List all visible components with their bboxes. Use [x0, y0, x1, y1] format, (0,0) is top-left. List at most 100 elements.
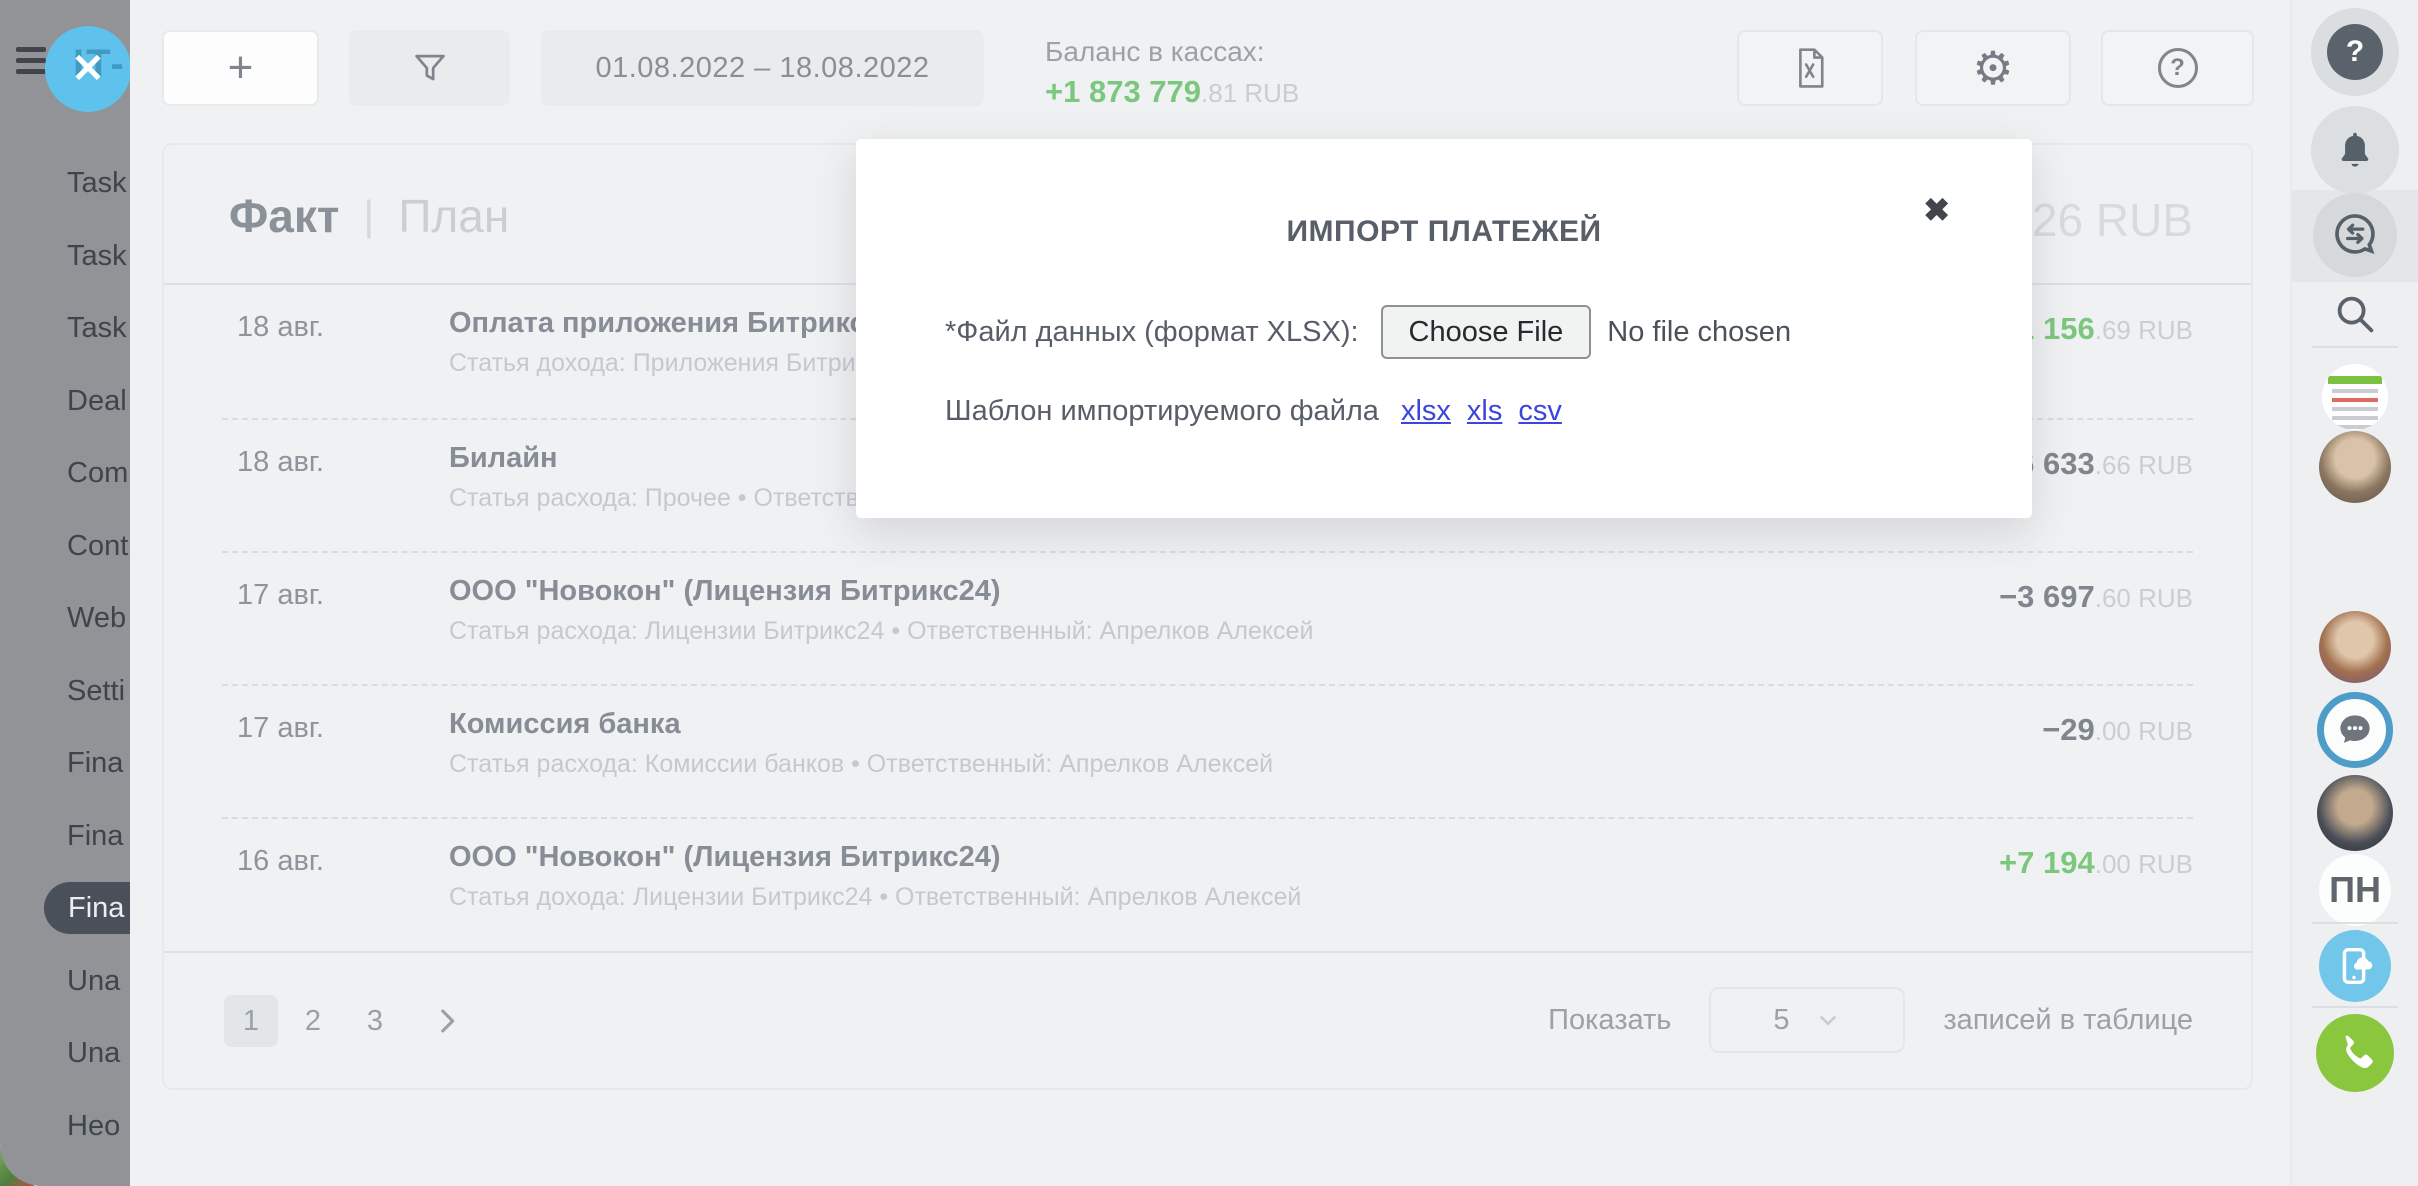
data-file-label: *Файл данных (формат XLSX): [945, 316, 1359, 349]
fact-plan-tabs: Факт | План [229, 189, 509, 243]
tab-fact[interactable]: Факт [229, 189, 339, 243]
sidebar-item-setti[interactable]: Setti [0, 667, 130, 715]
sidebar-item-нео[interactable]: Нео [0, 1102, 130, 1150]
pagination: 123 [224, 995, 464, 1047]
menu-close-button[interactable]: IT- ✕ [45, 26, 130, 112]
question-icon: ? [2158, 48, 2198, 88]
page-button-3[interactable]: 3 [348, 995, 402, 1047]
sidebar-item-task[interactable]: Task [0, 232, 130, 280]
date-range-label: 01.08.2022 – 18.08.2022 [595, 52, 929, 85]
search-icon [2331, 290, 2379, 338]
transfer-dialogs-button[interactable] [2313, 193, 2397, 277]
sidebar-search-button[interactable] [2325, 284, 2385, 344]
question-help-icon: ? [2327, 24, 2383, 80]
template-row: Шаблон импортируемого файла xlsxxlscsv [945, 389, 1578, 433]
table-row[interactable]: 17 авг.ООО "Новокон" (Лицензия Битрикс24… [222, 551, 2193, 684]
chat-bubble-icon [2333, 708, 2377, 752]
records-label: записей в таблице [1943, 1004, 2193, 1037]
page-size-value: 5 [1773, 1004, 1789, 1037]
sidebar-item-fina[interactable]: Fina [44, 882, 130, 934]
payment-subtitle: Статья дохода: Приложения Битрикс24 [449, 349, 907, 378]
call-button[interactable] [2316, 1014, 2394, 1092]
user-avatar[interactable] [2319, 431, 2391, 503]
date-range-button[interactable]: 01.08.2022 – 18.08.2022 [541, 30, 984, 106]
payment-title: Оплата приложения Битрикс24 [449, 307, 898, 340]
add-payment-button[interactable]: + [162, 30, 319, 106]
payment-amount: −3 697.60 RUB [1999, 579, 2193, 615]
plus-icon: + [228, 46, 254, 90]
close-icon: ✕ [45, 26, 130, 112]
payment-subtitle: Статья расхода: Лицензии Битрикс24 • Отв… [449, 617, 1313, 646]
payment-date: 18 авг. [237, 446, 324, 479]
table-row[interactable]: 16 авг.ООО "Новокон" (Лицензия Битрикс24… [222, 817, 2193, 950]
payment-amount: +7 194.00 RUB [1999, 845, 2193, 881]
page-size-select[interactable]: 5 [1709, 987, 1905, 1053]
app-window: IT- ✕ Task Task Task Deal Com Cont Web Setti Fin… [0, 0, 2418, 1186]
sidebar-divider [2312, 346, 2398, 348]
next-page-button[interactable] [430, 1004, 464, 1038]
chevron-down-icon [1815, 1007, 1841, 1033]
gear-icon: ⚙ [1972, 45, 2013, 91]
payment-date: 18 авг. [237, 311, 324, 344]
settings-button[interactable]: ⚙ [1915, 30, 2071, 106]
modal-title: ИМПОРТ ПЛАТЕЖЕЙ [856, 215, 2032, 249]
payment-title: Комиссия банка [449, 708, 681, 741]
phone-icon [2332, 1030, 2378, 1076]
mobile-cloud-icon [2332, 943, 2378, 989]
payment-title: ООО "Новокон" (Лицензия Битрикс24) [449, 841, 1001, 874]
sidebar-item-cont[interactable]: Cont [0, 522, 130, 570]
template-links: xlsxxlscsv [1401, 395, 1578, 428]
template-link-xls[interactable]: xls [1467, 395, 1502, 427]
sidebar-item-task[interactable]: Task [0, 159, 130, 207]
sidebar-item-una[interactable]: Una [0, 1029, 130, 1077]
page-button-1[interactable]: 1 [224, 995, 278, 1047]
user-avatar[interactable] [2317, 775, 2393, 851]
payment-subtitle: Статья расхода: Комиссии банков • Ответс… [449, 750, 1273, 779]
sidebar-item-una[interactable]: Una [0, 957, 130, 1005]
template-link-csv[interactable]: csv [1518, 395, 1562, 427]
chevron-right-icon [430, 1004, 464, 1038]
payment-date: 17 авг. [237, 712, 324, 745]
chat-transfer-icon [2329, 209, 2381, 261]
left-menu-panel: IT- ✕ Task Task Task Deal Com Cont Web Setti Fin… [0, 0, 130, 1186]
sidebar-item-task[interactable]: Task [0, 304, 130, 352]
pn-logo[interactable]: ПН [2319, 854, 2391, 926]
sidebar-item-web[interactable]: Web [0, 594, 130, 642]
table-row[interactable]: 17 авг. Комиссия банка Статья расхода: Ком… [222, 684, 2193, 817]
chat-app-button[interactable] [2317, 692, 2393, 768]
mobile-app-button[interactable] [2319, 930, 2391, 1002]
choose-file-button[interactable]: Choose File [1381, 305, 1592, 359]
filter-button[interactable] [349, 30, 510, 106]
site-preview-thumbnail[interactable] [2322, 364, 2388, 430]
balance-fraction: .81 RUB [1201, 78, 1299, 108]
payment-date: 17 авг. [237, 579, 324, 612]
sidebar-item-com[interactable]: Com [0, 449, 130, 497]
template-label: Шаблон импортируемого файла [945, 395, 1379, 428]
card-footer: 123 Показать 5 записей в таблице [164, 951, 2251, 1090]
payment-amount: −29.00 RUB [2042, 712, 2193, 748]
tab-plan[interactable]: План [398, 189, 509, 243]
user-avatar[interactable] [2319, 611, 2391, 683]
balance-value: +1 873 779 [1045, 74, 1201, 109]
bell-icon [2333, 128, 2377, 172]
sidebar-item-fina[interactable]: Fina [0, 739, 130, 787]
payment-title: Билайн [449, 442, 558, 475]
sidebar-help-button[interactable]: ? [2311, 8, 2399, 96]
page-size-control: Показать 5 записей в таблице [1548, 987, 2193, 1053]
notifications-button[interactable] [2311, 106, 2399, 194]
cash-balance: Баланс в кассах: +1 873 779.81 RUB [1045, 36, 1299, 110]
sidebar-item-deal[interactable]: Deal [0, 377, 130, 425]
template-link-xlsx[interactable]: xlsx [1401, 395, 1451, 427]
hamburger-menu-icon[interactable] [16, 47, 46, 74]
tab-separator: | [339, 192, 398, 240]
export-excel-button[interactable] [1737, 30, 1883, 106]
sidebar-item-fina[interactable]: Fina [0, 812, 130, 860]
sidebar-divider [2312, 1006, 2398, 1008]
help-button[interactable]: ? [2101, 30, 2254, 106]
page-button-2[interactable]: 2 [286, 995, 340, 1047]
show-label: Показать [1548, 1004, 1671, 1037]
balance-label: Баланс в кассах: [1045, 36, 1299, 68]
no-file-chosen-text: No file chosen [1607, 316, 1791, 349]
sidebar-item-р[interactable]: Р [0, 1174, 130, 1186]
payment-subtitle: Статья дохода: Лицензии Битрикс24 • Отве… [449, 883, 1301, 912]
